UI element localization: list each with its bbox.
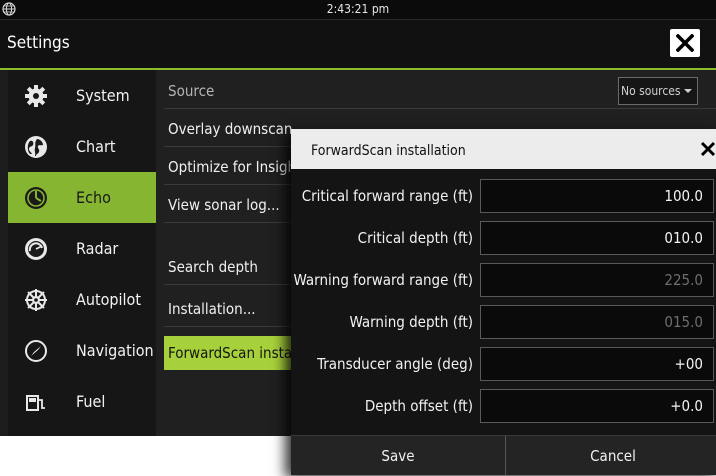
- status-bar: 2:43:21 pm: [0, 0, 716, 20]
- field-row-transducer-angle: Transducer angle (deg) +00: [291, 345, 716, 385]
- globe-chart-icon: [25, 136, 47, 158]
- compass-icon: [25, 340, 47, 362]
- list-item-label: Search depth: [168, 258, 258, 276]
- warning-forward-range-input[interactable]: 225.0: [480, 263, 714, 297]
- page-title: Settings: [7, 33, 70, 53]
- helm-icon: [25, 289, 47, 311]
- forwardscan-installation-dialog: ForwardScan installation Critical forwar…: [291, 129, 716, 475]
- field-label: Critical depth (ft): [357, 229, 473, 247]
- field-label: Warning depth (ft): [349, 313, 473, 331]
- clock-time: 2:43:21 pm: [326, 2, 390, 16]
- field-row-warning-forward-range: Warning forward range (ft) 225.0: [291, 261, 716, 301]
- list-item-label: View sonar log...: [168, 196, 280, 214]
- radar-icon: [25, 238, 47, 260]
- field-label: Depth offset (ft): [364, 397, 473, 415]
- source-label: Source: [168, 82, 215, 100]
- field-row-critical-depth: Critical depth (ft) 010.0: [291, 219, 716, 259]
- critical-forward-range-input[interactable]: 100.0: [480, 179, 714, 213]
- sidebar-item-label: System: [76, 86, 130, 105]
- save-button[interactable]: Save: [291, 436, 506, 475]
- gear-icon: [25, 85, 47, 107]
- field-value: 015.0: [664, 313, 703, 331]
- chevron-down-icon: [684, 89, 692, 93]
- source-dropdown-value: No sources: [621, 84, 681, 98]
- close-icon: [676, 34, 694, 52]
- field-value: 100.0: [664, 187, 703, 205]
- field-value: +0.0: [670, 397, 703, 415]
- warning-depth-input[interactable]: 015.0: [480, 305, 714, 339]
- sidebar-item-chart[interactable]: Chart: [8, 121, 156, 172]
- list-item-label: Optimize for Insight: [168, 158, 302, 176]
- close-icon[interactable]: [700, 141, 716, 157]
- sidebar-item-label: Echo: [76, 188, 111, 207]
- sidebar-item-label: Navigation: [76, 341, 154, 360]
- fuel-pump-icon: [26, 395, 45, 411]
- field-row-critical-forward-range: Critical forward range (ft) 100.0: [291, 177, 716, 217]
- field-label: Transducer angle (deg): [317, 355, 473, 373]
- sidebar-item-fuel[interactable]: Fuel: [8, 376, 156, 427]
- sidebar-item-system[interactable]: System: [8, 70, 156, 121]
- dialog-title: ForwardScan installation: [311, 143, 466, 159]
- sidebar-item-navigation[interactable]: Navigation: [8, 325, 156, 376]
- source-dropdown[interactable]: No sources: [618, 77, 698, 105]
- field-row-depth-offset: Depth offset (ft) +0.0: [291, 387, 716, 427]
- sidebar-item-label: Fuel: [76, 392, 106, 411]
- field-value: 225.0: [664, 271, 703, 289]
- field-label: Warning forward range (ft): [293, 271, 473, 289]
- settings-sidebar: System Chart Echo Radar Autopilot Naviga…: [8, 70, 156, 436]
- sidebar-item-autopilot[interactable]: Autopilot: [8, 274, 156, 325]
- dialog-footer: Save Cancel: [291, 435, 716, 475]
- list-item-label: Installation...: [168, 300, 256, 318]
- close-button[interactable]: [670, 29, 700, 57]
- field-label: Critical forward range (ft): [301, 187, 473, 205]
- depth-offset-input[interactable]: +0.0: [480, 389, 714, 423]
- transducer-angle-input[interactable]: +00: [480, 347, 714, 381]
- field-value: +00: [674, 355, 703, 373]
- field-row-warning-depth: Warning depth (ft) 015.0: [291, 303, 716, 343]
- cancel-button[interactable]: Cancel: [506, 436, 716, 475]
- sidebar-item-label: Radar: [76, 239, 119, 258]
- sidebar-item-label: Chart: [76, 137, 116, 156]
- settings-header: Settings: [0, 20, 716, 70]
- critical-depth-input[interactable]: 010.0: [480, 221, 714, 255]
- sidebar-item-label: Autopilot: [76, 290, 141, 309]
- sidebar-item-echo[interactable]: Echo: [8, 172, 156, 223]
- source-row: Source No sources: [164, 74, 716, 109]
- dialog-titlebar: ForwardScan installation: [291, 129, 716, 169]
- field-value: 010.0: [664, 229, 703, 247]
- sidebar-item-radar[interactable]: Radar: [8, 223, 156, 274]
- list-item-label: Overlay downscan: [168, 120, 293, 138]
- echo-dial-icon: [25, 187, 47, 209]
